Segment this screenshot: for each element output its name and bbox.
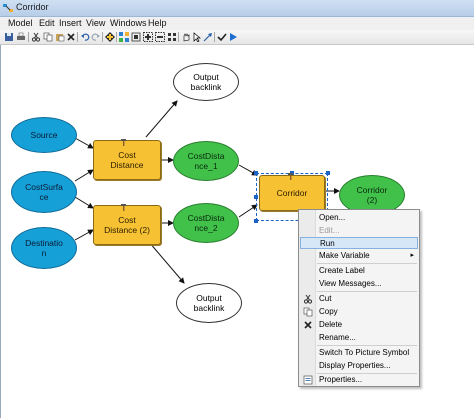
pan-icon[interactable] (181, 32, 191, 42)
copy-icon (303, 307, 313, 317)
connector (74, 229, 94, 241)
connector (148, 241, 185, 284)
copy-icon[interactable] (43, 32, 53, 42)
redo-icon[interactable] (91, 32, 101, 42)
validate-icon[interactable] (217, 32, 227, 42)
zoom-in-icon[interactable] (143, 32, 153, 42)
menu-windows[interactable]: Windows (110, 18, 147, 28)
connector (74, 137, 94, 149)
toolbar-separator (102, 32, 103, 42)
menu-item-copy[interactable]: Copy (300, 306, 418, 318)
toolbar-separator (178, 32, 179, 42)
connector (74, 169, 94, 182)
undo-icon[interactable] (80, 32, 90, 42)
full-extent-icon[interactable] (131, 32, 141, 42)
connector (238, 204, 258, 218)
menu-insert[interactable]: Insert (59, 18, 82, 28)
menu-separator (317, 291, 417, 292)
menu-item-run[interactable]: Run (300, 237, 418, 249)
menu-item-open[interactable]: Open... (300, 212, 418, 224)
connect-icon[interactable] (203, 32, 213, 42)
toolbar-separator (28, 32, 29, 42)
menu-view[interactable]: View (86, 18, 105, 28)
hammer-icon (121, 139, 126, 146)
menu-item-edit[interactable]: Edit... (300, 225, 418, 237)
delete-icon[interactable] (66, 32, 76, 42)
connector (74, 196, 94, 209)
selection-handle[interactable] (254, 171, 258, 175)
auto-layout-icon[interactable] (119, 32, 129, 42)
toolbar (0, 30, 474, 45)
delete-icon (304, 321, 312, 329)
print-icon[interactable] (16, 32, 26, 42)
menu-separator (317, 263, 417, 264)
menu-item-delete[interactable]: Delete (300, 319, 418, 331)
grid-icon[interactable] (167, 32, 177, 42)
output-cost-distance-1[interactable]: CostDista nce_1 (173, 141, 239, 181)
selection-handle[interactable] (326, 171, 330, 175)
model-builder-icon (3, 4, 13, 12)
menu-help[interactable]: Help (148, 18, 167, 28)
input-cost-surface[interactable]: CostSurfa ce (11, 171, 77, 213)
output-backlink-1[interactable]: Output backlink (173, 63, 239, 101)
submenu-arrow-icon: ▸ (410, 252, 414, 259)
input-source[interactable]: Source (11, 117, 77, 153)
paste-icon[interactable] (55, 32, 65, 42)
menu-item-cut[interactable]: Cut (300, 293, 418, 305)
menu-item-switch-to-picture-symbol[interactable]: Switch To Picture Symbol (300, 347, 418, 359)
zoom-out-icon[interactable] (155, 32, 165, 42)
save-icon[interactable] (4, 32, 14, 42)
add-data-icon[interactable] (105, 32, 115, 42)
input-destination[interactable]: Destinatio n (11, 227, 77, 269)
menu-item-make-variable[interactable]: Make Variable ▸ (300, 250, 418, 262)
toolbar-separator (116, 32, 117, 42)
menu-item-display-properties[interactable]: Display Properties... (300, 360, 418, 372)
selection-handle[interactable] (254, 195, 258, 199)
menu-edit[interactable]: Edit (39, 18, 55, 28)
menu-item-properties[interactable]: Properties... (300, 374, 418, 386)
hammer-icon (288, 173, 293, 180)
window-title: Corridor (16, 2, 49, 12)
menu-item-create-label[interactable]: Create Label (300, 265, 418, 277)
context-menu: Open... Edit... Run Make Variable ▸ Crea… (298, 209, 420, 387)
menu-bar: Model Edit Insert View Windows Help (0, 17, 474, 30)
cut-icon[interactable] (31, 32, 41, 42)
select-icon[interactable] (192, 32, 202, 42)
run-icon[interactable] (228, 32, 238, 42)
toolbar-separator (77, 32, 78, 42)
selection-handle[interactable] (254, 219, 258, 223)
properties-icon (303, 375, 313, 385)
output-cost-distance-2[interactable]: CostDista nce_2 (173, 203, 239, 243)
output-backlink-2[interactable]: Output backlink (176, 283, 242, 323)
hammer-icon (121, 204, 126, 211)
title-bar: Corridor (0, 0, 474, 17)
menu-item-rename[interactable]: Rename... (300, 332, 418, 344)
connector (145, 100, 178, 138)
cut-icon (303, 294, 313, 304)
menu-separator (317, 345, 417, 346)
toolbar-separator (214, 32, 215, 42)
menu-model[interactable]: Model (8, 18, 33, 28)
menu-item-view-messages[interactable]: View Messages... (300, 278, 418, 290)
